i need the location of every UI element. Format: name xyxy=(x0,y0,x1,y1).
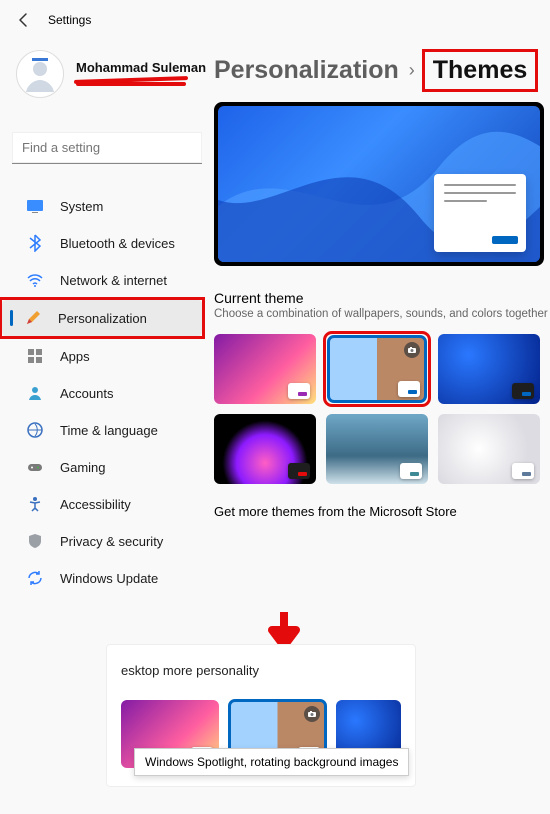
bluetooth-icon xyxy=(26,234,44,252)
avatar[interactable] xyxy=(16,50,64,98)
section-title: Current theme xyxy=(214,290,550,306)
window-title: Settings xyxy=(48,13,91,27)
sidebar-item-bluetooth[interactable]: Bluetooth & devices xyxy=(4,225,200,261)
apps-icon xyxy=(26,347,44,365)
sidebar-item-privacy[interactable]: Privacy & security xyxy=(4,523,200,559)
fragment-text: esktop more personality xyxy=(121,663,401,678)
theme-option-4[interactable] xyxy=(214,414,316,484)
gamepad-icon xyxy=(26,458,44,476)
breadcrumb: Personalization › Themes xyxy=(214,52,535,89)
breadcrumb-parent[interactable]: Personalization xyxy=(214,56,399,85)
sidebar-item-label: Privacy & security xyxy=(60,534,163,549)
sidebar-item-label: Apps xyxy=(60,349,90,364)
back-icon[interactable] xyxy=(16,12,32,28)
camera-icon xyxy=(304,706,320,722)
chevron-right-icon: › xyxy=(409,60,415,81)
update-icon xyxy=(26,569,44,587)
accessibility-icon xyxy=(26,495,44,513)
sidebar-item-gaming[interactable]: Gaming xyxy=(4,449,200,485)
wifi-icon xyxy=(26,271,44,289)
sidebar-item-label: Bluetooth & devices xyxy=(60,236,175,251)
person-icon xyxy=(26,384,44,402)
sidebar-item-label: Windows Update xyxy=(60,571,158,586)
camera-icon xyxy=(404,342,420,358)
user-email-redacted xyxy=(76,77,186,89)
preview-window xyxy=(434,174,526,252)
sidebar-item-label: Accounts xyxy=(60,386,113,401)
paintbrush-icon xyxy=(24,309,42,327)
sidebar-item-accounts[interactable]: Accounts xyxy=(4,375,200,411)
sidebar-item-label: Gaming xyxy=(60,460,106,475)
theme-preview xyxy=(214,102,544,266)
sidebar-item-system[interactable]: System xyxy=(4,188,200,224)
sidebar-item-label: Accessibility xyxy=(60,497,131,512)
globe-clock-icon xyxy=(26,421,44,439)
user-name: Mohammad Suleman xyxy=(76,60,206,75)
tooltip: Windows Spotlight, rotating background i… xyxy=(134,748,409,776)
search-input[interactable] xyxy=(12,132,202,164)
display-icon xyxy=(26,197,44,215)
sidebar-item-update[interactable]: Windows Update xyxy=(4,560,200,596)
theme-option-3[interactable] xyxy=(438,334,540,404)
sidebar-item-apps[interactable]: Apps xyxy=(4,338,200,374)
theme-option-spotlight[interactable] xyxy=(328,336,426,402)
sidebar-item-accessibility[interactable]: Accessibility xyxy=(4,486,200,522)
sidebar-item-label: Network & internet xyxy=(60,273,167,288)
shield-icon xyxy=(26,532,44,550)
sidebar-item-personalization[interactable]: Personalization xyxy=(2,300,202,336)
sidebar-item-label: System xyxy=(60,199,103,214)
more-themes-link[interactable]: Get more themes from the Microsoft Store xyxy=(214,504,550,519)
breadcrumb-current: Themes xyxy=(425,52,535,89)
sidebar-item-label: Personalization xyxy=(58,311,147,326)
theme-option-5[interactable] xyxy=(326,414,428,484)
section-subtitle: Choose a combination of wallpapers, soun… xyxy=(214,308,550,320)
theme-option-1[interactable] xyxy=(214,334,316,404)
theme-option-6[interactable] xyxy=(438,414,540,484)
sidebar-item-network[interactable]: Network & internet xyxy=(4,262,200,298)
sidebar-item-time[interactable]: Time & language xyxy=(4,412,200,448)
sidebar-item-label: Time & language xyxy=(60,423,158,438)
